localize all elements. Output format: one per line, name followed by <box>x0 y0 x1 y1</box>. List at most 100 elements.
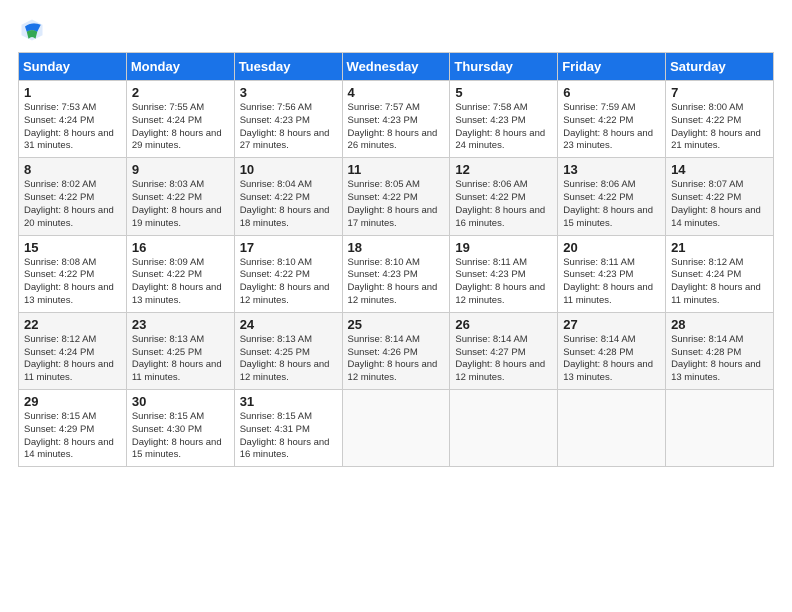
day-info: Sunrise: 8:15 AMSunset: 4:29 PMDaylight:… <box>24 411 121 462</box>
calendar-cell: 24 Sunrise: 8:13 AMSunset: 4:25 PMDayligh… <box>234 312 342 389</box>
day-number: 3 <box>240 85 337 100</box>
day-number: 6 <box>563 85 660 100</box>
day-number: 23 <box>132 317 229 332</box>
day-info: Sunrise: 8:12 AMSunset: 4:24 PMDaylight:… <box>24 334 121 385</box>
day-info: Sunrise: 8:05 AMSunset: 4:22 PMDaylight:… <box>348 179 445 230</box>
day-info: Sunrise: 8:15 AMSunset: 4:30 PMDaylight:… <box>132 411 229 462</box>
day-info: Sunrise: 8:13 AMSunset: 4:25 PMDaylight:… <box>132 334 229 385</box>
day-info: Sunrise: 8:00 AMSunset: 4:22 PMDaylight:… <box>671 102 768 153</box>
day-info: Sunrise: 8:10 AMSunset: 4:23 PMDaylight:… <box>348 257 445 308</box>
week-row-1: 1 Sunrise: 7:53 AMSunset: 4:24 PMDaylight… <box>19 81 774 158</box>
col-header-saturday: Saturday <box>666 53 774 81</box>
calendar-cell: 11 Sunrise: 8:05 AMSunset: 4:22 PMDayligh… <box>342 158 450 235</box>
day-number: 16 <box>132 240 229 255</box>
day-number: 27 <box>563 317 660 332</box>
day-number: 14 <box>671 162 768 177</box>
day-number: 9 <box>132 162 229 177</box>
calendar-cell: 18 Sunrise: 8:10 AMSunset: 4:23 PMDayligh… <box>342 235 450 312</box>
calendar-cell: 16 Sunrise: 8:09 AMSunset: 4:22 PMDayligh… <box>126 235 234 312</box>
day-number: 22 <box>24 317 121 332</box>
calendar-cell: 9 Sunrise: 8:03 AMSunset: 4:22 PMDaylight… <box>126 158 234 235</box>
day-number: 15 <box>24 240 121 255</box>
calendar-cell: 23 Sunrise: 8:13 AMSunset: 4:25 PMDayligh… <box>126 312 234 389</box>
calendar-cell <box>342 390 450 467</box>
day-number: 30 <box>132 394 229 409</box>
day-info: Sunrise: 8:15 AMSunset: 4:31 PMDaylight:… <box>240 411 337 462</box>
header <box>18 16 774 44</box>
day-info: Sunrise: 8:11 AMSunset: 4:23 PMDaylight:… <box>455 257 552 308</box>
day-info: Sunrise: 8:03 AMSunset: 4:22 PMDaylight:… <box>132 179 229 230</box>
calendar-cell: 13 Sunrise: 8:06 AMSunset: 4:22 PMDayligh… <box>558 158 666 235</box>
calendar-cell: 6 Sunrise: 7:59 AMSunset: 4:22 PMDaylight… <box>558 81 666 158</box>
calendar-cell: 15 Sunrise: 8:08 AMSunset: 4:22 PMDayligh… <box>19 235 127 312</box>
calendar-cell <box>666 390 774 467</box>
day-number: 28 <box>671 317 768 332</box>
day-number: 24 <box>240 317 337 332</box>
calendar-cell: 21Sunrise: 8:12 AMSunset: 4:24 PMDayligh… <box>666 235 774 312</box>
week-row-5: 29Sunrise: 8:15 AMSunset: 4:29 PMDayligh… <box>19 390 774 467</box>
day-info: Sunrise: 7:58 AMSunset: 4:23 PMDaylight:… <box>455 102 552 153</box>
col-header-friday: Friday <box>558 53 666 81</box>
day-number: 25 <box>348 317 445 332</box>
day-number: 21 <box>671 240 768 255</box>
day-info: Sunrise: 8:10 AMSunset: 4:22 PMDaylight:… <box>240 257 337 308</box>
calendar-cell: 5Sunrise: 7:58 AMSunset: 4:23 PMDaylight… <box>450 81 558 158</box>
day-number: 19 <box>455 240 552 255</box>
day-number: 20 <box>563 240 660 255</box>
day-number: 11 <box>348 162 445 177</box>
week-row-3: 15 Sunrise: 8:08 AMSunset: 4:22 PMDayligh… <box>19 235 774 312</box>
calendar-cell: 31 Sunrise: 8:15 AMSunset: 4:31 PMDayligh… <box>234 390 342 467</box>
day-info: Sunrise: 8:09 AMSunset: 4:22 PMDaylight:… <box>132 257 229 308</box>
day-number: 26 <box>455 317 552 332</box>
col-header-wednesday: Wednesday <box>342 53 450 81</box>
calendar-cell: 30 Sunrise: 8:15 AMSunset: 4:30 PMDayligh… <box>126 390 234 467</box>
calendar-cell: 10Sunrise: 8:04 AMSunset: 4:22 PMDayligh… <box>234 158 342 235</box>
day-info: Sunrise: 8:02 AMSunset: 4:22 PMDaylight:… <box>24 179 121 230</box>
calendar-cell: 2Sunrise: 7:55 AMSunset: 4:24 PMDaylight… <box>126 81 234 158</box>
day-number: 18 <box>348 240 445 255</box>
calendar-cell: 28 Sunrise: 8:14 AMSunset: 4:28 PMDayligh… <box>666 312 774 389</box>
day-number: 1 <box>24 85 121 100</box>
day-info: Sunrise: 8:14 AMSunset: 4:27 PMDaylight:… <box>455 334 552 385</box>
day-info: Sunrise: 8:14 AMSunset: 4:28 PMDaylight:… <box>671 334 768 385</box>
day-number: 31 <box>240 394 337 409</box>
col-header-thursday: Thursday <box>450 53 558 81</box>
day-info: Sunrise: 7:53 AMSunset: 4:24 PMDaylight:… <box>24 102 121 153</box>
logo-icon <box>18 16 46 44</box>
day-info: Sunrise: 8:13 AMSunset: 4:25 PMDaylight:… <box>240 334 337 385</box>
day-number: 2 <box>132 85 229 100</box>
calendar-cell <box>558 390 666 467</box>
day-info: Sunrise: 8:06 AMSunset: 4:22 PMDaylight:… <box>563 179 660 230</box>
page: SundayMondayTuesdayWednesdayThursdayFrid… <box>0 0 792 612</box>
logo <box>18 16 48 44</box>
calendar-header-row: SundayMondayTuesdayWednesdayThursdayFrid… <box>19 53 774 81</box>
day-info: Sunrise: 8:07 AMSunset: 4:22 PMDaylight:… <box>671 179 768 230</box>
week-row-4: 22 Sunrise: 8:12 AMSunset: 4:24 PMDayligh… <box>19 312 774 389</box>
day-number: 4 <box>348 85 445 100</box>
calendar-cell: 12Sunrise: 8:06 AMSunset: 4:22 PMDayligh… <box>450 158 558 235</box>
calendar-cell: 25Sunrise: 8:14 AMSunset: 4:26 PMDayligh… <box>342 312 450 389</box>
calendar-cell: 26 Sunrise: 8:14 AMSunset: 4:27 PMDayligh… <box>450 312 558 389</box>
calendar-cell: 3 Sunrise: 7:56 AMSunset: 4:23 PMDaylight… <box>234 81 342 158</box>
calendar-cell: 29Sunrise: 8:15 AMSunset: 4:29 PMDayligh… <box>19 390 127 467</box>
calendar-cell: 7Sunrise: 8:00 AMSunset: 4:22 PMDaylight… <box>666 81 774 158</box>
day-number: 8 <box>24 162 121 177</box>
calendar-cell: 17Sunrise: 8:10 AMSunset: 4:22 PMDayligh… <box>234 235 342 312</box>
calendar-cell: 4 Sunrise: 7:57 AMSunset: 4:23 PMDaylight… <box>342 81 450 158</box>
day-info: Sunrise: 8:04 AMSunset: 4:22 PMDaylight:… <box>240 179 337 230</box>
col-header-monday: Monday <box>126 53 234 81</box>
week-row-2: 8 Sunrise: 8:02 AMSunset: 4:22 PMDaylight… <box>19 158 774 235</box>
calendar-cell: 1 Sunrise: 7:53 AMSunset: 4:24 PMDaylight… <box>19 81 127 158</box>
col-header-sunday: Sunday <box>19 53 127 81</box>
col-header-tuesday: Tuesday <box>234 53 342 81</box>
day-info: Sunrise: 8:14 AMSunset: 4:28 PMDaylight:… <box>563 334 660 385</box>
calendar-cell: 20 Sunrise: 8:11 AMSunset: 4:23 PMDayligh… <box>558 235 666 312</box>
day-info: Sunrise: 7:59 AMSunset: 4:22 PMDaylight:… <box>563 102 660 153</box>
day-info: Sunrise: 8:11 AMSunset: 4:23 PMDaylight:… <box>563 257 660 308</box>
day-info: Sunrise: 7:57 AMSunset: 4:23 PMDaylight:… <box>348 102 445 153</box>
day-info: Sunrise: 8:08 AMSunset: 4:22 PMDaylight:… <box>24 257 121 308</box>
day-info: Sunrise: 7:56 AMSunset: 4:23 PMDaylight:… <box>240 102 337 153</box>
calendar-cell: 22 Sunrise: 8:12 AMSunset: 4:24 PMDayligh… <box>19 312 127 389</box>
calendar-cell: 19 Sunrise: 8:11 AMSunset: 4:23 PMDayligh… <box>450 235 558 312</box>
day-number: 13 <box>563 162 660 177</box>
